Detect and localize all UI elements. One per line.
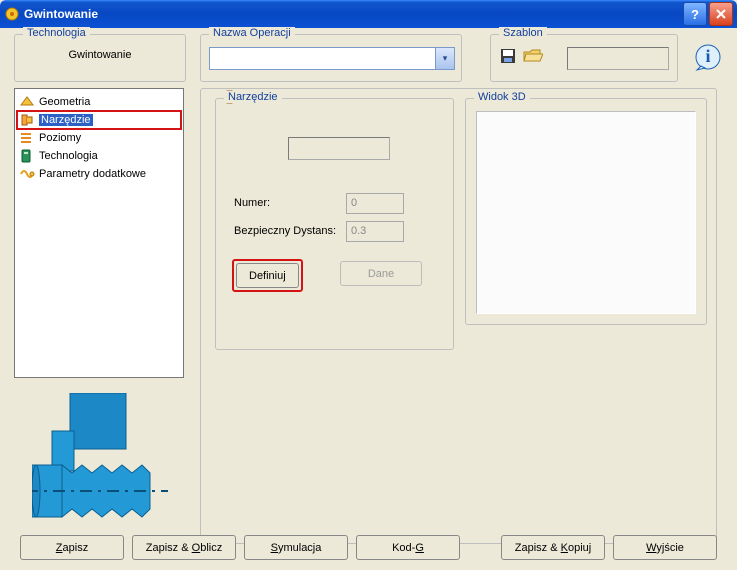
- info-button[interactable]: i: [693, 42, 723, 72]
- geometry-icon: [19, 94, 35, 110]
- save-copy-button[interactable]: Zapisz & Kopiuj: [501, 535, 605, 560]
- gcode-button[interactable]: Kod-G: [356, 535, 460, 560]
- save-label: apisz: [63, 542, 89, 554]
- tree-item-label: Parametry dodatkowe: [39, 168, 146, 180]
- operation-name-select[interactable]: ▾: [209, 47, 455, 70]
- safe-distance-value: 0.3: [351, 225, 366, 237]
- tool-icon: [19, 112, 35, 128]
- tree-item-label: Poziomy: [39, 132, 81, 144]
- data-label: Dane: [368, 268, 394, 280]
- svg-text:i: i: [705, 46, 710, 66]
- tree-item-extra[interactable]: Parametry dodatkowe: [17, 165, 181, 183]
- bottom-button-bar: Zapisz Zapisz & Oblicz Symulacja Kod-G Z…: [20, 535, 717, 560]
- save-button[interactable]: Zapisz: [20, 535, 124, 560]
- view3d-group: Widok 3D: [465, 98, 707, 325]
- dialog-window: Gwintowanie ? Technologia Gwintowanie Ge…: [0, 0, 737, 570]
- save-template-icon[interactable]: [499, 47, 517, 65]
- tree-item-geometry[interactable]: Geometria: [17, 93, 181, 111]
- template-group: Szablon: [490, 34, 678, 82]
- save-calc-button[interactable]: Zapisz & Oblicz: [132, 535, 236, 560]
- levels-icon: [19, 130, 35, 146]
- template-field[interactable]: [567, 47, 669, 70]
- simulate-button[interactable]: Symulacja: [244, 535, 348, 560]
- client-area: Technologia Gwintowanie Geometria Narzęd…: [0, 28, 737, 570]
- technology-group: Technologia Gwintowanie: [14, 34, 186, 82]
- tree-item-label: Narzędzie: [39, 114, 93, 126]
- template-legend: Szablon: [499, 27, 547, 39]
- open-template-icon[interactable]: [523, 47, 543, 65]
- tree-item-levels[interactable]: Poziomy: [17, 129, 181, 147]
- tool-legend: Narzędzie: [224, 91, 282, 103]
- tree-item-label: Geometria: [39, 96, 90, 108]
- numer-value: 0: [351, 197, 357, 209]
- view3d-canvas[interactable]: [476, 111, 696, 314]
- define-highlight: Definiuj: [232, 259, 303, 292]
- operation-name-group: Nazwa Operacji ▾: [200, 34, 462, 82]
- tool-group: Narzędzie Numer: 0 Bezpieczny Dystans: 0…: [215, 98, 454, 350]
- technology-legend: Technologia: [23, 27, 90, 39]
- numer-input[interactable]: 0: [346, 193, 404, 214]
- tool-name-field[interactable]: [288, 137, 390, 160]
- technology-icon: [19, 148, 35, 164]
- view3d-legend: Widok 3D: [474, 91, 530, 103]
- numer-label: Numer:: [234, 197, 270, 209]
- define-label: Definiuj: [249, 270, 286, 282]
- help-button[interactable]: ?: [683, 2, 707, 26]
- extra-params-icon: [19, 166, 35, 182]
- close-button[interactable]: [709, 2, 733, 26]
- tree-item-technology[interactable]: Technologia: [17, 147, 181, 165]
- technology-value: Gwintowanie: [15, 49, 185, 61]
- chevron-down-icon[interactable]: ▾: [435, 48, 454, 69]
- nav-tree[interactable]: Geometria Narzędzie Poziomy Technologia: [14, 88, 184, 378]
- exit-button[interactable]: Wyjście: [613, 535, 717, 560]
- operation-legend: Nazwa Operacji: [209, 27, 295, 39]
- window-title: Gwintowanie: [24, 7, 681, 21]
- app-icon: [4, 6, 20, 22]
- title-bar[interactable]: Gwintowanie ?: [0, 0, 737, 28]
- safe-distance-label: Bezpieczny Dystans:: [234, 225, 336, 237]
- operation-illustration: [32, 393, 172, 533]
- tree-item-label: Technologia: [39, 150, 98, 162]
- data-button: Dane: [340, 261, 422, 286]
- define-button[interactable]: Definiuj: [236, 263, 299, 288]
- tree-item-tool[interactable]: Narzędzie: [17, 111, 181, 129]
- safe-distance-input[interactable]: 0.3: [346, 221, 404, 242]
